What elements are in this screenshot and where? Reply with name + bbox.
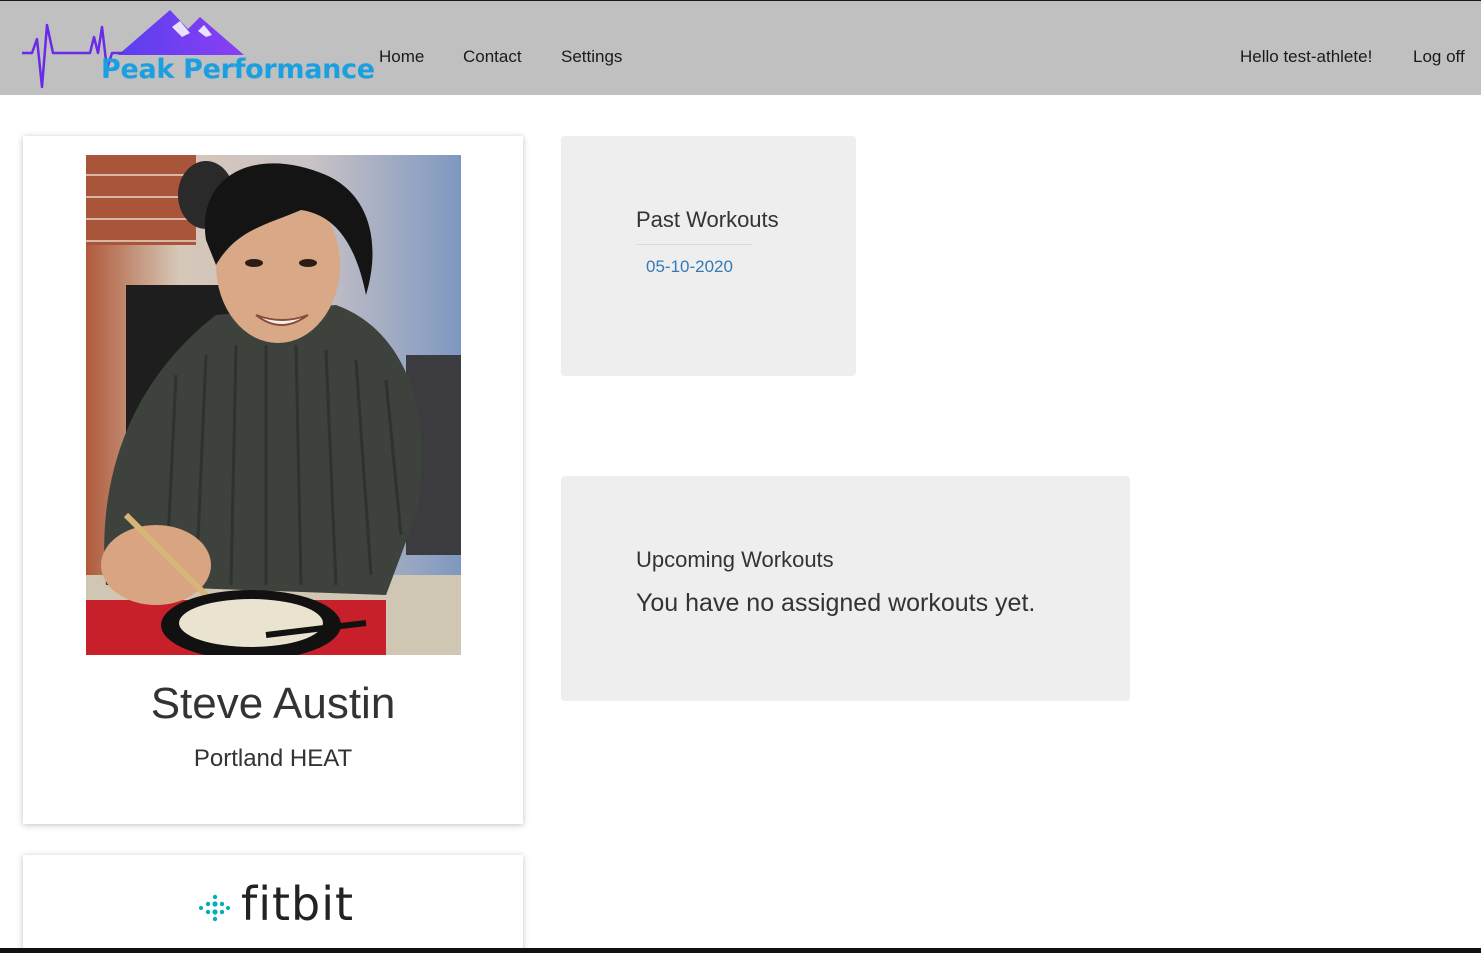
nav-settings-link[interactable]: Settings [561, 47, 622, 67]
window-bottom-border [0, 948, 1481, 953]
athlete-name: Steve Austin [150, 679, 396, 728]
fitbit-label: fitbit [241, 877, 355, 931]
logoff-link[interactable]: Log off [1413, 47, 1465, 67]
divider [636, 244, 752, 245]
fitbit-connect-link[interactable]: fitbit [197, 879, 377, 929]
athlete-team: Portland HEAT [193, 745, 353, 772]
past-workout-link[interactable]: 05-10-2020 [646, 257, 733, 277]
upcoming-workouts-panel: Upcoming Workouts You have no assigned w… [561, 476, 1130, 701]
brand-name: Peak Performance [101, 54, 375, 85]
athlete-photo [86, 155, 461, 655]
user-greeting-link[interactable]: Hello test-athlete! [1240, 47, 1372, 67]
past-workouts-title: Past Workouts [636, 207, 779, 232]
athlete-photo-icon [86, 155, 461, 655]
brand-logo[interactable]: Peak Performance [22, 7, 375, 93]
navbar: Peak Performance Home Contact Settings H… [0, 0, 1481, 95]
profile-card: Steve Austin Portland HEAT [23, 136, 523, 824]
fitbit-dots-icon [199, 894, 230, 922]
nav-home-link[interactable]: Home [379, 47, 424, 67]
fitbit-card: fitbit [23, 855, 523, 953]
past-workouts-panel: Past Workouts 05-10-2020 [561, 136, 856, 376]
nav-contact-link[interactable]: Contact [463, 47, 522, 67]
upcoming-workouts-title: Upcoming Workouts [636, 547, 834, 572]
no-workouts-message: You have no assigned workouts yet. [636, 589, 1036, 617]
page: Peak Performance Home Contact Settings H… [0, 0, 1481, 953]
